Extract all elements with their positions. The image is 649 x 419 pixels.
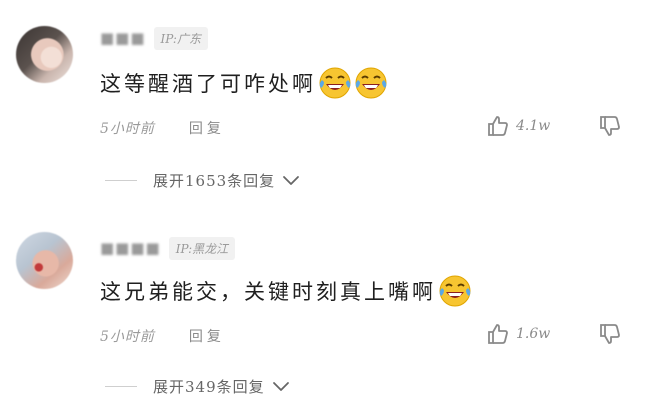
chevron-down-icon: [283, 175, 300, 185]
laughing-crying-emoji-icon: [355, 67, 387, 99]
comment-text: 这等醒酒了可咋处啊: [100, 66, 388, 100]
avatar[interactable]: [16, 232, 73, 289]
laughing-crying-emoji-icon: [439, 275, 471, 307]
thumbs-down-icon: [600, 324, 620, 344]
expand-replies-row: 展开1653条回复: [105, 170, 301, 191]
comment-meta: 5小时前 回复: [100, 118, 225, 138]
divider: [105, 386, 137, 387]
comment-time: 5小时前: [100, 329, 155, 345]
avatar[interactable]: [16, 26, 73, 83]
like-button[interactable]: 1.6w: [486, 322, 550, 346]
ip-location-badge: IP:广东: [153, 26, 208, 50]
thumbs-up-icon: [488, 116, 508, 136]
thumbs-down-icon: [600, 116, 620, 136]
thumbs-up-icon: [488, 324, 508, 344]
comment-header: ■■■ IP:广东: [100, 26, 208, 50]
expand-replies-label: 展开1653条回复: [153, 172, 276, 190]
like-count: 4.1w: [516, 118, 551, 134]
comment-header: ■■■■ IP:黑龙江: [100, 236, 236, 260]
expand-replies-row: 展开349条回复: [105, 376, 291, 397]
comment-time: 5小时前: [100, 121, 155, 137]
reply-button[interactable]: 回复: [189, 118, 225, 138]
divider: [105, 180, 137, 181]
ip-location-badge: IP:黑龙江: [168, 236, 236, 260]
laughing-crying-emoji-icon: [319, 67, 351, 99]
like-count: 1.6w: [516, 326, 551, 342]
dislike-button[interactable]: [598, 322, 622, 350]
chevron-down-icon: [272, 381, 289, 391]
dislike-button[interactable]: [598, 114, 622, 142]
like-button[interactable]: 4.1w: [486, 114, 550, 138]
expand-replies-button[interactable]: 展开349条回复: [153, 376, 291, 397]
expand-replies-label: 展开349条回复: [153, 378, 265, 396]
user-name[interactable]: ■■■: [100, 29, 146, 47]
reply-button[interactable]: 回复: [189, 326, 225, 346]
expand-replies-button[interactable]: 展开1653条回复: [153, 170, 301, 191]
comment-text: 这兄弟能交，关键时刻真上嘴啊: [100, 274, 472, 308]
user-name[interactable]: ■■■■: [100, 239, 161, 257]
comment-meta: 5小时前 回复: [100, 326, 225, 346]
comment-text-body: 这等醒酒了可咋处啊: [100, 72, 316, 96]
comment-text-body: 这兄弟能交，关键时刻真上嘴啊: [100, 280, 436, 304]
